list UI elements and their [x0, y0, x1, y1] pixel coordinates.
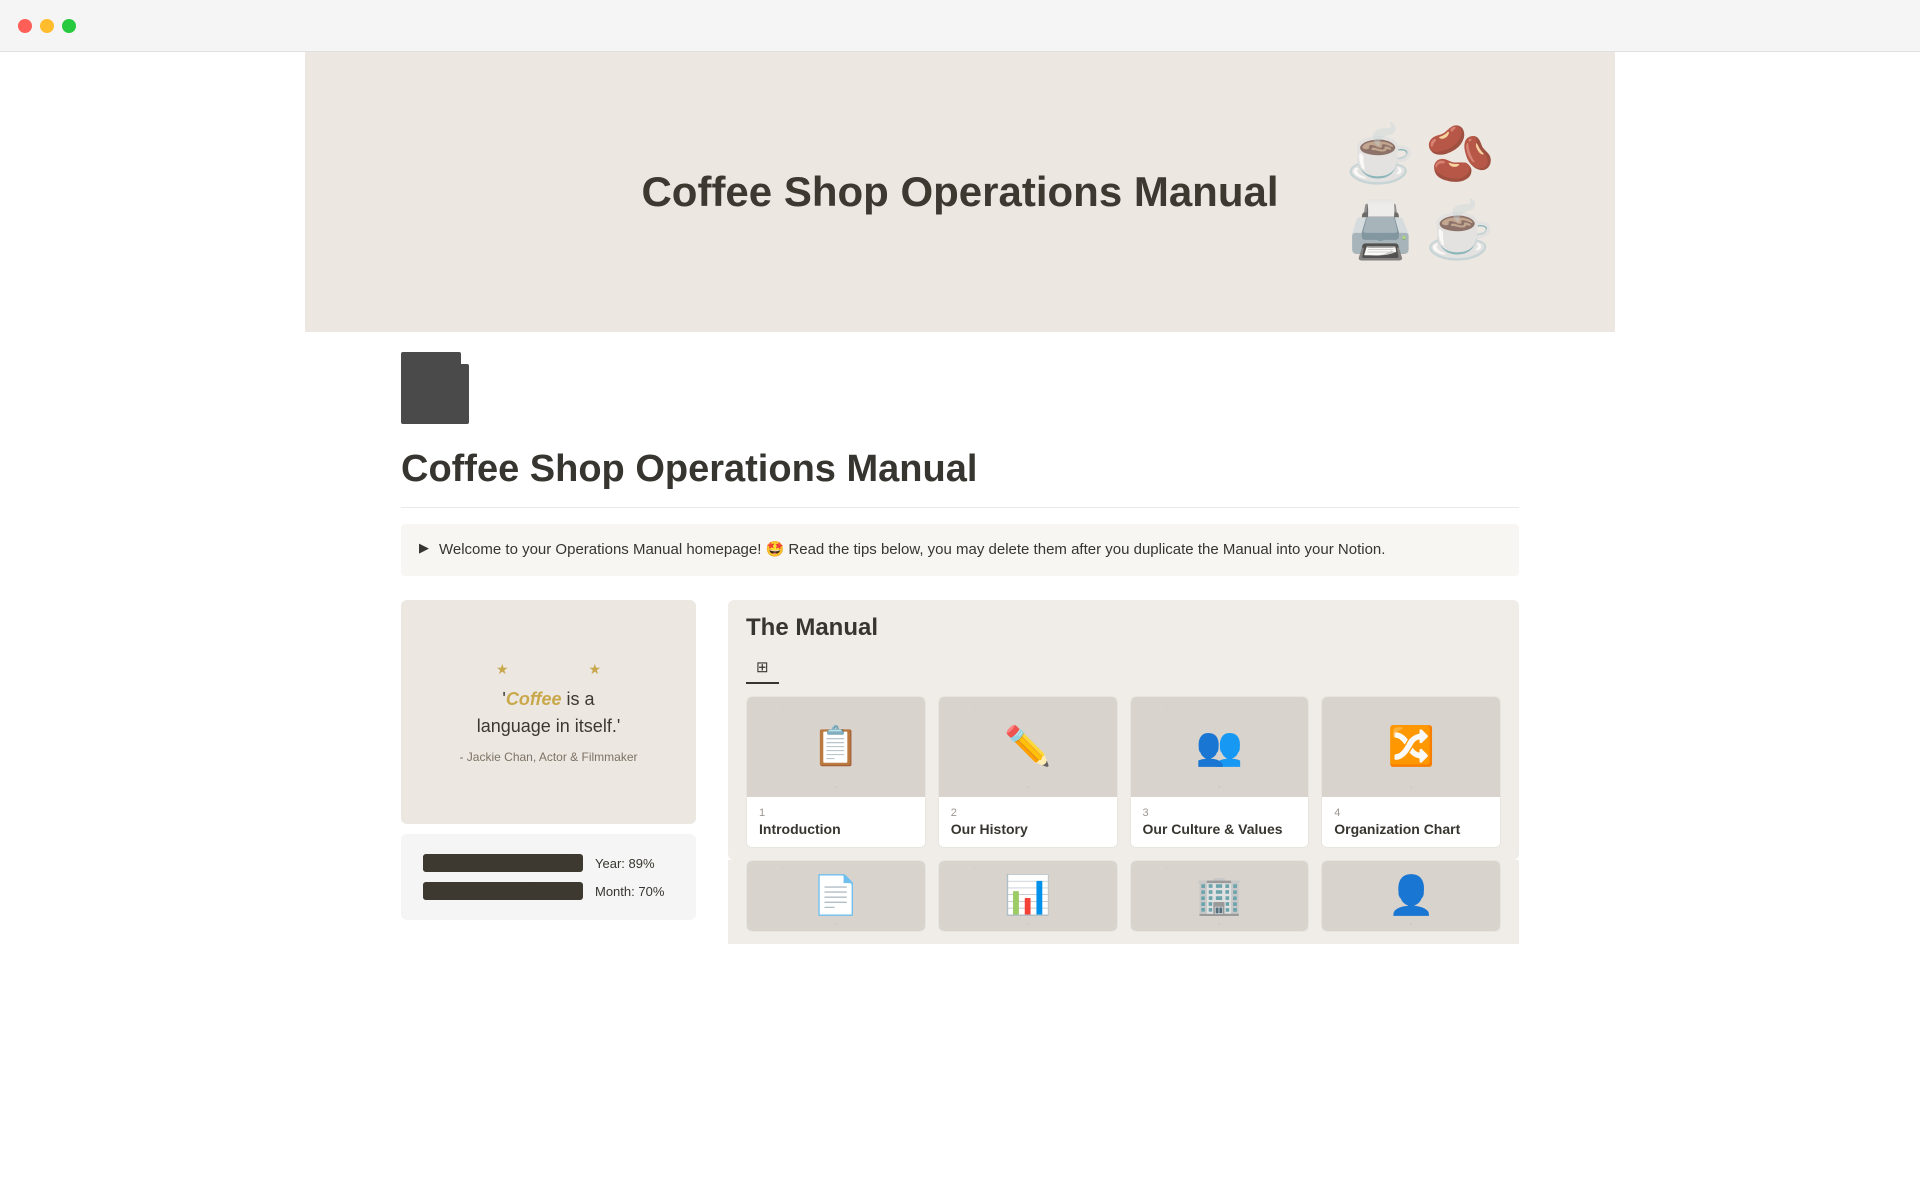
card-culture-values[interactable]: 👥 3 Our Culture & Values — [1130, 696, 1310, 848]
manual-view-tabs: ⊞ — [746, 652, 1501, 684]
card-1-number: 1 — [759, 807, 913, 819]
card-org-chart[interactable]: 🔀 4 Organization Chart — [1321, 696, 1501, 848]
year-stat-label: Year: 89% — [595, 856, 655, 871]
year-progress-fill — [423, 854, 565, 872]
gallery-grid-row1: 📋 1 Introduction ✏️ 2 Our History — [728, 684, 1519, 860]
manual-title: The Manual — [746, 614, 1501, 642]
org-chart-icon: 🔀 — [1387, 725, 1434, 769]
star-right-icon: ★ — [589, 661, 602, 678]
card-our-history-img: ✏️ — [939, 697, 1117, 797]
year-progress-bar — [423, 854, 583, 872]
card-row2-3-icon: 🏢 — [1196, 874, 1243, 918]
page-icon — [401, 352, 461, 424]
gallery-view-tab[interactable]: ⊞ — [746, 652, 779, 684]
manual-section: The Manual ⊞ 📋 1 Introduction — [728, 600, 1519, 944]
left-column: ★ ★ 'Coffee is alanguage in itself.' - J… — [401, 600, 696, 920]
introduction-icon: 📋 — [812, 725, 859, 769]
card-row2-1-img: 📄 — [747, 861, 925, 931]
fullscreen-button[interactable] — [62, 19, 76, 33]
gallery-grid-row2: 📄 📊 🏢 — [728, 860, 1519, 944]
quote-text: 'Coffee is alanguage in itself.' — [477, 686, 621, 740]
two-col-layout: ★ ★ 'Coffee is alanguage in itself.' - J… — [401, 600, 1519, 944]
titlebar — [0, 0, 1920, 52]
card-3-name: Our Culture & Values — [1143, 821, 1297, 837]
page-main-title: Coffee Shop Operations Manual — [401, 448, 1519, 491]
card-introduction-img: 📋 — [747, 697, 925, 797]
card-our-history-body: 2 Our History — [939, 797, 1117, 847]
card-2-name: Our History — [951, 821, 1105, 837]
coffee-cup-icon: ☕ — [1346, 121, 1416, 187]
card-row2-2-icon: 📊 — [1004, 874, 1051, 918]
card-row2-1-icon: 📄 — [812, 874, 859, 918]
card-org-chart-img: 🔀 — [1322, 697, 1500, 797]
callout-text: Welcome to your Operations Manual homepa… — [439, 538, 1385, 562]
page-content: Coffee Shop Operations Manual ☕ 🫘 🖨️ ☕ C… — [305, 52, 1615, 1024]
card-row2-2-img: 📊 — [939, 861, 1117, 931]
hero-banner: Coffee Shop Operations Manual ☕ 🫘 🖨️ ☕ — [305, 52, 1615, 332]
stats-card: Year: 89% Month: 70% — [401, 834, 696, 920]
card-2-number: 2 — [951, 807, 1105, 819]
card-row2-4-img: 👤 — [1322, 861, 1500, 931]
coffee-to-go-icon: ☕ — [1425, 197, 1495, 263]
close-button[interactable] — [18, 19, 32, 33]
card-row2-4[interactable]: 👤 — [1321, 860, 1501, 932]
culture-values-icon: 👥 — [1196, 725, 1243, 769]
card-org-chart-body: 4 Organization Chart — [1322, 797, 1500, 847]
card-introduction-body: 1 Introduction — [747, 797, 925, 847]
quote-highlight: Coffee — [506, 689, 562, 709]
quote-card: ★ ★ 'Coffee is alanguage in itself.' - J… — [401, 600, 696, 824]
our-history-icon: ✏️ — [1004, 725, 1051, 769]
card-row2-4-icon: 👤 — [1387, 874, 1434, 918]
page-icon-area — [305, 332, 1615, 424]
manual-header: The Manual ⊞ — [728, 600, 1519, 684]
card-our-history[interactable]: ✏️ 2 Our History — [938, 696, 1118, 848]
card-3-number: 3 — [1143, 807, 1297, 819]
hero-icons: ☕ 🫘 🖨️ ☕ — [1346, 121, 1495, 263]
espresso-machine-icon: 🖨️ — [1346, 197, 1416, 263]
card-row2-3-img: 🏢 — [1131, 861, 1309, 931]
card-culture-values-body: 3 Our Culture & Values — [1131, 797, 1309, 847]
callout-arrow-icon: ▶ — [419, 540, 429, 556]
minimize-button[interactable] — [40, 19, 54, 33]
hero-title: Coffee Shop Operations Manual — [641, 168, 1278, 216]
star-left-icon: ★ — [496, 661, 509, 678]
month-progress-bar — [423, 882, 583, 900]
card-1-name: Introduction — [759, 821, 913, 837]
card-4-number: 4 — [1334, 807, 1488, 819]
card-introduction[interactable]: 📋 1 Introduction — [746, 696, 926, 848]
month-progress-fill — [423, 882, 535, 900]
title-divider — [401, 507, 1519, 508]
coffee-bean-icon: 🫘 — [1425, 121, 1495, 187]
callout-block: ▶ Welcome to your Operations Manual home… — [401, 524, 1519, 576]
card-row2-3[interactable]: 🏢 — [1130, 860, 1310, 932]
quote-attribution: - Jackie Chan, Actor & Filmmaker — [459, 750, 637, 764]
page-title-area: Coffee Shop Operations Manual — [305, 424, 1615, 499]
card-row2-2[interactable]: 📊 — [938, 860, 1118, 932]
stat-month-row: Month: 70% — [423, 882, 674, 900]
card-row2-1[interactable]: 📄 — [746, 860, 926, 932]
quote-stars: ★ ★ — [496, 661, 601, 678]
month-stat-label: Month: 70% — [595, 884, 664, 899]
card-4-name: Organization Chart — [1334, 821, 1488, 837]
card-culture-values-img: 👥 — [1131, 697, 1309, 797]
stat-year-row: Year: 89% — [423, 854, 674, 872]
